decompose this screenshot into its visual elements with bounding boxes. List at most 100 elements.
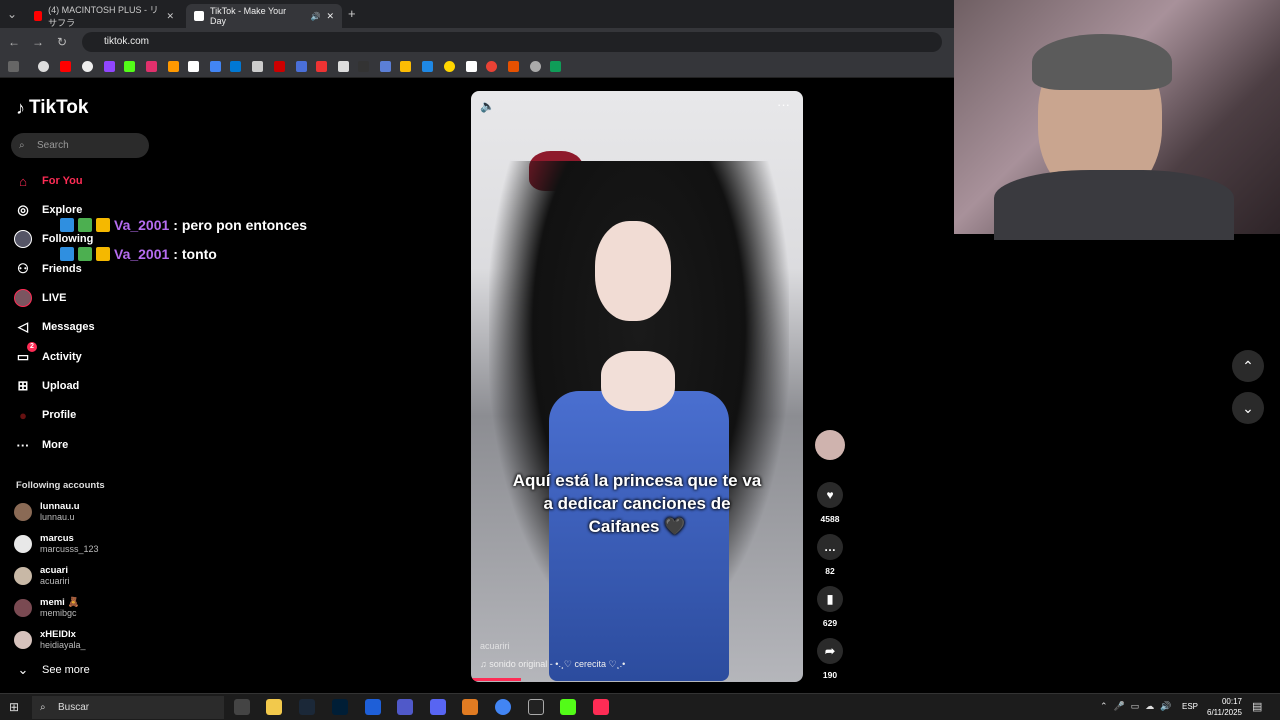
following-account[interactable]: memi 🧸 memibgc <box>14 594 79 622</box>
clock[interactable]: 00:17 6/11/2025 <box>1196 696 1242 718</box>
nav-live[interactable]: LIVE <box>14 287 66 309</box>
app-icon[interactable] <box>462 699 478 715</box>
nav-activity[interactable]: ▭ 2 Activity <box>14 342 82 368</box>
like-button[interactable]: ♥ 4588 <box>815 482 845 524</box>
next-video-button[interactable]: ⌄ <box>1232 392 1264 424</box>
bookmark-kick-icon[interactable] <box>124 61 135 72</box>
nav-for-you[interactable]: ⌂ For You <box>14 170 83 192</box>
author-avatar[interactable] <box>815 430 845 460</box>
kick-icon[interactable] <box>560 699 576 715</box>
following-accounts-header: Following accounts <box>16 480 105 491</box>
bookmark-icon[interactable] <box>444 61 455 72</box>
address-toolbar: ← → ↻ tiktok.com <box>0 28 954 56</box>
nav-label: Friends <box>42 263 82 275</box>
tab-tiktok[interactable]: TikTok - Make Your Day 🔊 ✕ <box>186 4 342 28</box>
bookmark-twitch-icon[interactable] <box>104 61 115 72</box>
comment-count: 82 <box>825 566 835 576</box>
bookmark-gmail-icon[interactable] <box>82 61 93 72</box>
bookmark-instagram-icon[interactable] <box>146 61 157 72</box>
bookmark-google-icon[interactable] <box>38 61 49 72</box>
nav-profile[interactable]: ● Profile <box>14 404 76 426</box>
bookmark-icon[interactable] <box>380 61 391 72</box>
tab-search-chevron-icon[interactable]: ⌄ <box>4 6 20 22</box>
share-icon: ➦ <box>817 638 843 664</box>
bookmark-icon[interactable] <box>296 61 307 72</box>
bookmark-icon[interactable] <box>316 61 327 72</box>
home-icon: ⌂ <box>19 173 27 189</box>
obs-icon[interactable] <box>528 699 544 715</box>
teams-icon[interactable] <box>397 699 413 715</box>
save-button[interactable]: ▮ 629 <box>815 586 845 628</box>
comment-button[interactable]: … 82 <box>815 534 845 576</box>
chrome-icon[interactable] <box>495 699 511 715</box>
previous-video-button[interactable]: ⌃ <box>1232 350 1264 382</box>
apps-grid-icon[interactable] <box>8 61 19 72</box>
video-author[interactable]: acuariri <box>480 641 510 651</box>
bookmark-icon[interactable] <box>168 61 179 72</box>
nav-more[interactable]: ··· More <box>14 434 69 456</box>
bookmark-icon[interactable] <box>486 61 497 72</box>
notification-icon[interactable]: ▤ <box>1252 700 1262 713</box>
following-account[interactable]: xHEIDIx heidiayala_ <box>14 626 86 654</box>
nav-label: For You <box>42 175 83 187</box>
bookmark-icon[interactable] <box>274 61 285 72</box>
following-account[interactable]: acuari acuariri <box>14 562 70 590</box>
bookmark-outlook-icon[interactable] <box>230 61 241 72</box>
comment-icon: … <box>817 534 843 560</box>
nav-upload[interactable]: ⊞ Upload <box>14 375 80 397</box>
tiktok-app-icon[interactable] <box>593 699 609 715</box>
bookmark-icon[interactable] <box>400 61 411 72</box>
forward-icon[interactable]: → <box>30 34 46 50</box>
photoshop-icon[interactable] <box>332 699 348 715</box>
following-avatar-icon <box>14 230 32 248</box>
account-name: marcus <box>40 533 74 544</box>
bookmark-translate-icon[interactable] <box>210 61 221 72</box>
bookmark-icon[interactable] <box>252 61 263 72</box>
url-field[interactable]: tiktok.com <box>82 32 942 52</box>
logo-text: TikTok <box>29 97 89 118</box>
bookmark-icon[interactable] <box>530 61 541 72</box>
bookmark-icon[interactable] <box>358 61 369 72</box>
messages-icon: ◁ <box>18 319 28 334</box>
tab-audio-icon[interactable]: 🔊 <box>310 12 320 21</box>
video-sound[interactable]: ♫ sonido original - •.¸♡ cerecita ♡¸.• <box>480 659 625 670</box>
bookmarks-bar <box>0 56 954 78</box>
ellipsis-icon[interactable]: ··· <box>777 97 790 112</box>
windows-start-icon[interactable]: ⊞ <box>9 700 19 714</box>
tab-macintosh-plus[interactable]: (4) MACINTOSH PLUS - リサフラ ✕ <box>26 4 182 28</box>
following-account[interactable]: lunnau.u lunnau.u <box>14 498 80 526</box>
tab-close-icon[interactable]: ✕ <box>326 11 334 22</box>
bookmark-notion-icon[interactable] <box>338 61 349 72</box>
tiktok-logo[interactable]: ♪ TikTok <box>16 97 88 119</box>
video-player[interactable]: 🔈 ··· Aquí está la princesa que te va a … <box>471 91 803 682</box>
tiktok-note-icon: ♪ <box>16 97 25 118</box>
video-progress-bar[interactable] <box>471 678 521 681</box>
bookmark-icon[interactable] <box>466 61 477 72</box>
search-input[interactable]: ⌕ Search <box>11 133 149 158</box>
bookmark-icon[interactable] <box>508 61 519 72</box>
new-tab-button[interactable]: + <box>348 6 356 21</box>
chevron-down-icon: ⌄ <box>1242 399 1254 416</box>
following-account[interactable]: marcus marcusss_123 <box>14 530 99 558</box>
discord-icon[interactable] <box>430 699 446 715</box>
taskbar-search[interactable]: ⌕ Buscar <box>32 696 224 719</box>
steam-icon[interactable] <box>299 699 315 715</box>
task-view-icon[interactable] <box>234 699 250 715</box>
bookmark-icon[interactable] <box>422 61 433 72</box>
nav-label: Messages <box>42 321 95 333</box>
bookmark-sheets-icon[interactable] <box>550 61 561 72</box>
compass-icon: ◎ <box>17 202 29 217</box>
reload-icon[interactable]: ↻ <box>54 34 70 50</box>
see-more-button[interactable]: ⌄ See more <box>14 659 90 681</box>
file-explorer-icon[interactable] <box>266 699 282 715</box>
system-tray-icons[interactable]: ⌃🎤▭☁🔊 <box>1100 701 1177 712</box>
bookmark-x-icon[interactable] <box>188 61 199 72</box>
volume-icon[interactable]: 🔈 <box>480 99 495 113</box>
vegas-icon[interactable] <box>365 699 381 715</box>
share-button[interactable]: ➦ 190 <box>815 638 845 680</box>
more-icon: ··· <box>16 437 30 453</box>
tab-close-icon[interactable]: ✕ <box>166 11 174 22</box>
bookmark-youtube-icon[interactable] <box>60 61 71 72</box>
back-icon[interactable]: ← <box>6 34 22 50</box>
nav-messages[interactable]: ◁ Messages <box>14 316 95 338</box>
